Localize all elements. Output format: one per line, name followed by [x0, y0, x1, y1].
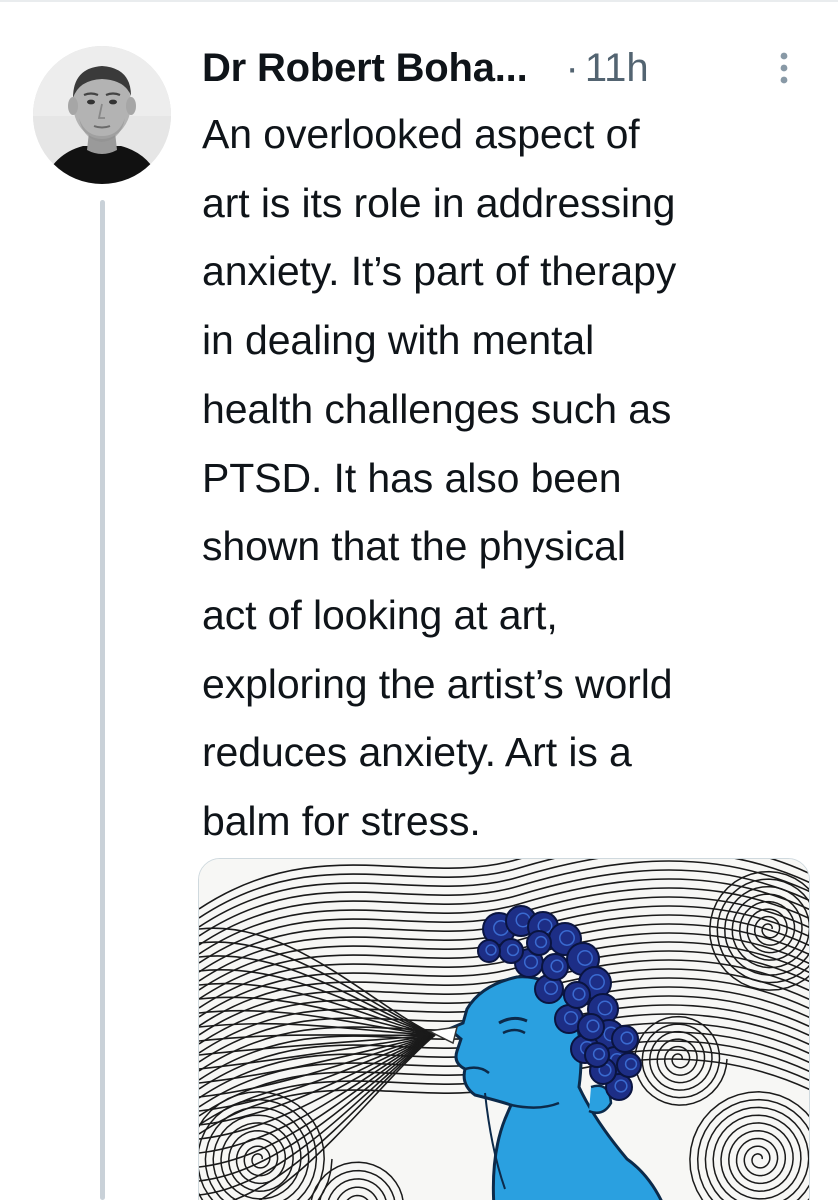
more-options-button[interactable]: [766, 44, 802, 92]
artwork-drawing: [199, 859, 809, 1200]
tweet-media-image[interactable]: [198, 858, 810, 1200]
tweet-header: Dr Robert Boha... · 11h: [202, 38, 802, 98]
tweet-body-text: An overlooked aspect of art is its role …: [202, 111, 677, 845]
header-separator: ·: [565, 45, 579, 90]
top-divider: [0, 0, 838, 2]
author-display-name[interactable]: Dr Robert Boha...: [202, 46, 528, 91]
tweet-card[interactable]: Dr Robert Boha... · 11h An overlooked as…: [0, 0, 838, 1200]
thread-connector-line: [100, 200, 105, 1200]
tweet-timestamp[interactable]: 11h: [585, 46, 649, 91]
author-avatar[interactable]: [33, 46, 171, 184]
more-vertical-icon: [780, 52, 788, 84]
avatar-photo-icon: [33, 46, 171, 184]
